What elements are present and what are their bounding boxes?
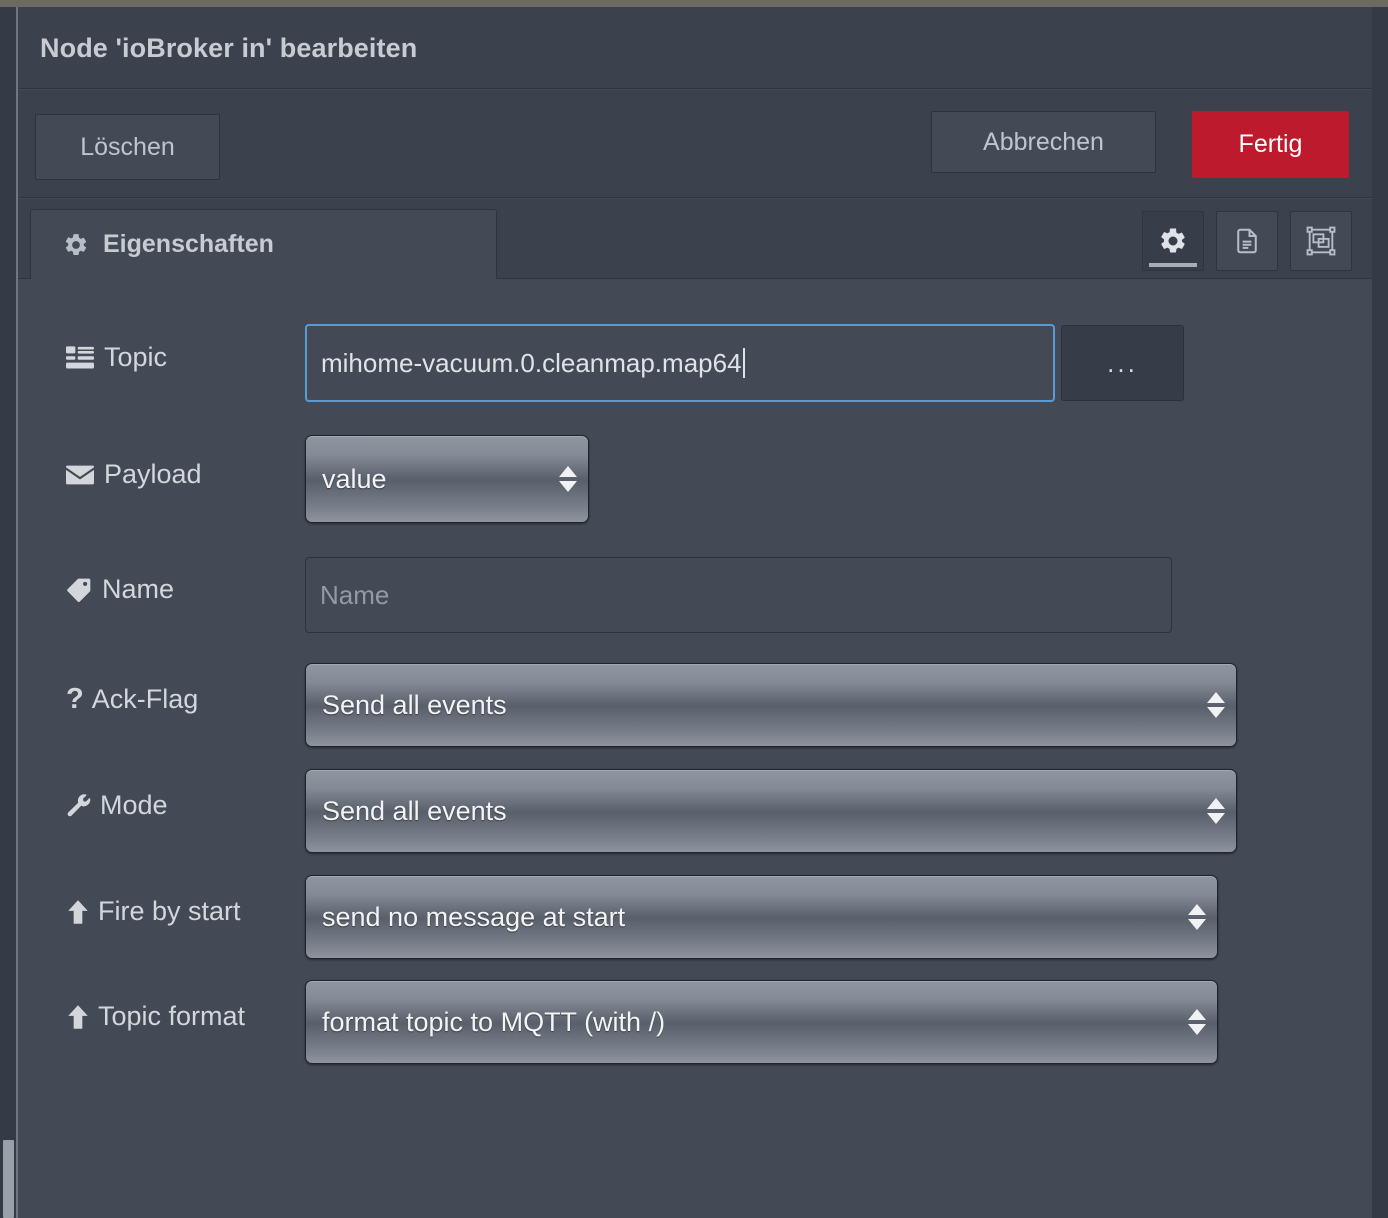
arrow-up-icon [66,899,90,925]
stepper-arrows-icon [1202,692,1236,718]
description-view-button[interactable] [1216,211,1278,271]
ack-flag-select[interactable]: Send all events [305,663,1237,747]
arrow-up-icon [66,1004,90,1030]
fire-by-start-select-value: send no message at start [322,901,626,932]
row-fire-by-start: Fire by start send no message at start [18,875,1372,959]
tasks-list-icon [66,345,94,371]
payload-label-text: Payload [104,459,202,489]
stepper-arrows-icon [554,466,588,492]
topic-label: Topic [66,342,167,373]
fire-by-start-select[interactable]: send no message at start [305,875,1218,959]
ack-flag-label-text: Ack-Flag [91,684,199,714]
node-edit-dialog: Node 'ioBroker in' bearbeiten Löschen Ab… [0,0,1388,1218]
row-topic: Topic mihome-vacuum.0.cleanmap.map64 ... [18,324,1372,402]
tag-icon [66,578,92,602]
mode-select[interactable]: Send all events [305,769,1237,853]
dialog-header: Node 'ioBroker in' bearbeiten [18,7,1372,89]
wrench-icon [66,793,92,819]
gear-view-button[interactable] [1142,211,1204,271]
row-mode: Mode Send all events [18,769,1372,853]
row-topic-format: Topic format format topic to MQTT (with … [18,980,1372,1064]
page-title: Node 'ioBroker in' bearbeiten [40,33,418,63]
tab-strip: Eigenschaften [18,199,1372,279]
row-name: Name Name [18,557,1372,633]
topic-input[interactable]: mihome-vacuum.0.cleanmap.map64 [305,324,1055,402]
name-label-text: Name [102,574,175,604]
stepper-arrows-icon [1183,904,1217,930]
properties-form: Topic mihome-vacuum.0.cleanmap.map64 ... [18,280,1372,1218]
topic-format-label: Topic format [66,1001,245,1032]
tab-properties-label: Eigenschaften [103,230,274,258]
gear-icon [1158,226,1188,256]
mode-label: Mode [66,790,168,821]
topic-format-label-text: Topic format [98,1001,246,1031]
topic-format-select-value: format topic to MQTT (with /) [322,1006,666,1037]
gear-icon [63,232,89,258]
mode-label-text: Mode [100,790,168,820]
dialog-action-bar: Löschen Abbrechen Fertig [18,90,1372,198]
left-scroll-gutter [0,7,16,1218]
scrollbar-thumb[interactable] [3,1140,14,1218]
delete-button[interactable]: Löschen [35,114,220,180]
window-top-strip [0,0,1388,7]
topic-label-text: Topic [104,342,168,372]
name-input[interactable]: Name [305,557,1172,633]
tab-properties[interactable]: Eigenschaften [30,209,497,279]
appearance-view-button[interactable] [1290,211,1352,271]
text-caret [742,348,745,378]
ack-flag-label: ? Ack-Flag [66,684,198,715]
name-input-placeholder: Name [320,579,390,610]
view-mode-buttons [1142,211,1352,271]
appearance-icon [1305,225,1337,257]
question-mark-icon: ? [66,683,84,715]
name-label: Name [66,574,174,605]
payload-label: Payload [66,459,202,490]
done-button[interactable]: Fertig [1192,111,1349,178]
right-edge-strip [1372,7,1388,1218]
row-ack-flag: ? Ack-Flag Send all events [18,663,1372,747]
stepper-arrows-icon [1202,798,1236,824]
dialog-panel: Node 'ioBroker in' bearbeiten Löschen Ab… [18,7,1372,1218]
fire-by-start-label-text: Fire by start [98,896,241,926]
payload-select[interactable]: value [305,435,589,523]
row-payload: Payload value [18,435,1372,523]
topic-browse-button[interactable]: ... [1061,325,1184,401]
description-icon [1232,226,1262,256]
topic-input-value: mihome-vacuum.0.cleanmap.map64 [321,347,742,378]
cancel-button[interactable]: Abbrechen [931,111,1156,173]
topic-format-select[interactable]: format topic to MQTT (with /) [305,980,1218,1064]
mode-select-value: Send all events [322,795,507,826]
stepper-arrows-icon [1183,1009,1217,1035]
ack-flag-select-value: Send all events [322,689,507,720]
envelope-icon [66,464,94,486]
fire-by-start-label: Fire by start [66,896,241,927]
payload-select-value: value [322,463,387,494]
